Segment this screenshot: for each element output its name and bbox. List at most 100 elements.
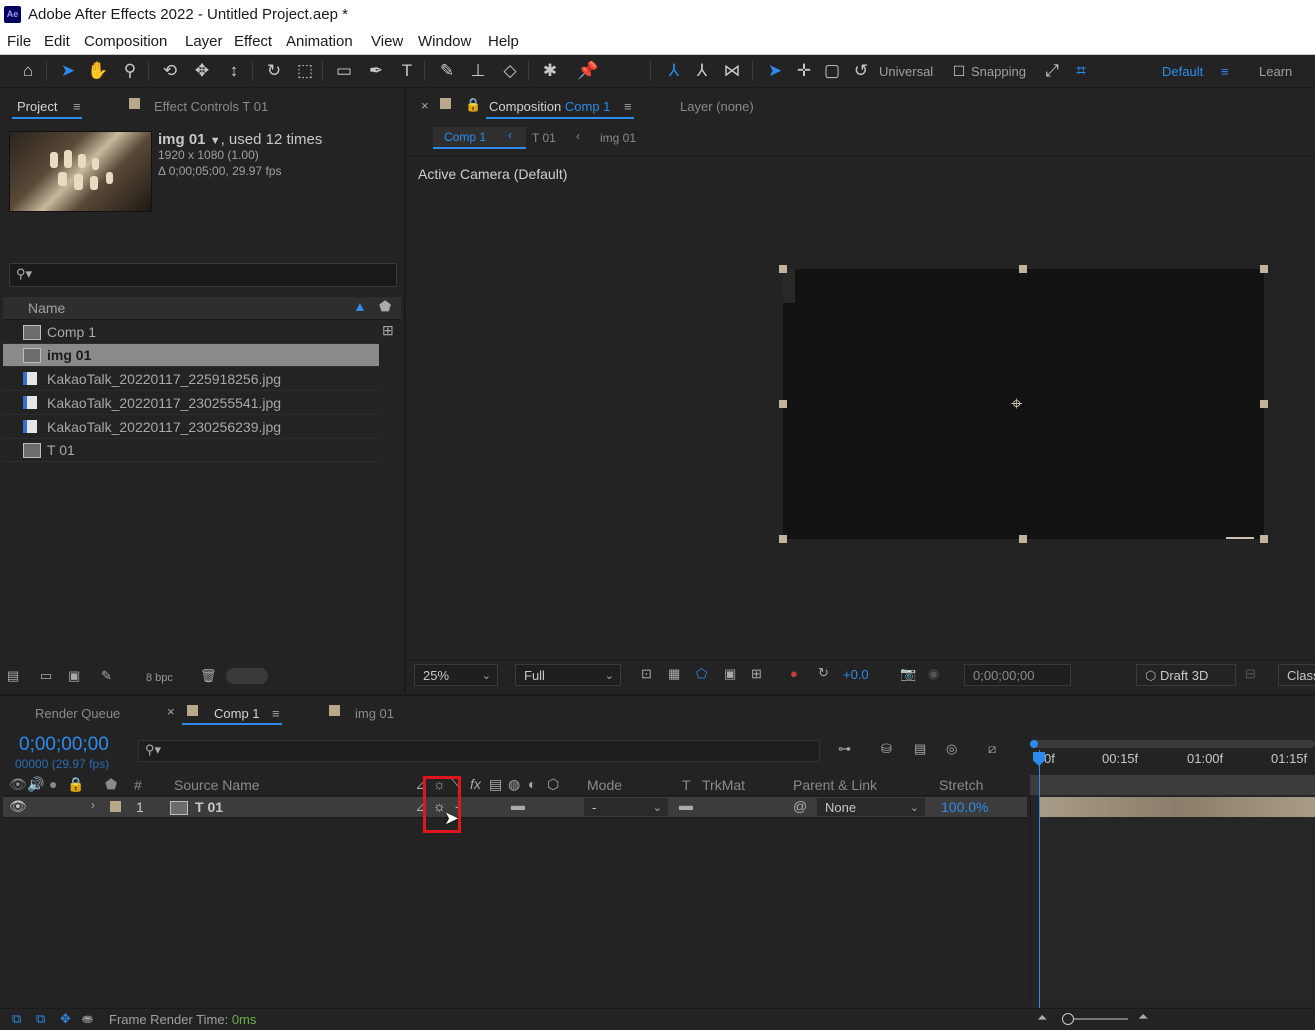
column-source-name[interactable]: Source Name <box>174 777 260 793</box>
trash-icon[interactable]: 🗑 <box>200 668 217 684</box>
thumbnail-slider[interactable] <box>226 668 268 684</box>
zoom-dropdown[interactable]: 25% ⌄ <box>414 664 498 686</box>
expand-chevron-icon[interactable]: › <box>91 798 95 812</box>
close-icon[interactable]: × <box>421 98 429 113</box>
universal-select-icon[interactable]: ➤ <box>763 59 787 83</box>
label-tag-icon[interactable]: ⬟ <box>379 298 391 315</box>
selection-tool-icon[interactable]: ➤ <box>56 59 80 83</box>
frame-blending-icon[interactable]: ▤ <box>914 741 926 757</box>
rotation-tool-icon[interactable]: ↻ <box>262 59 286 83</box>
timeline-search-input[interactable]: ⚲▾ <box>138 740 820 762</box>
transfer-controls-icon[interactable]: ⧉ <box>36 1011 45 1027</box>
tab-render-queue[interactable]: Render Queue <box>35 706 120 721</box>
panel-menu-icon[interactable]: ≡ <box>272 706 280 721</box>
menu-window[interactable]: Window <box>418 33 471 50</box>
tab-project[interactable]: Project <box>17 99 57 114</box>
column-trkmat[interactable]: TrkMat <box>702 777 745 793</box>
menu-composition[interactable]: Composition <box>84 33 167 50</box>
orbit-camera-icon[interactable]: ⟲ <box>158 59 182 83</box>
puppet-pin-icon[interactable]: 📌 <box>576 59 600 83</box>
solo-icon[interactable]: ● <box>49 776 57 792</box>
breadcrumb-img01[interactable]: img 01 <box>600 131 636 145</box>
menu-animation[interactable]: Animation <box>286 33 353 50</box>
column-mode[interactable]: Mode <box>587 777 622 793</box>
transform-handle[interactable] <box>1260 400 1268 408</box>
adjust-settings-icon[interactable]: ✎ <box>101 668 112 684</box>
lock-icon[interactable]: 🔒 <box>465 97 481 113</box>
grid-guides-icon[interactable]: ⊞ <box>751 666 762 682</box>
clone-stamp-icon[interactable]: ⊥ <box>466 59 490 83</box>
label-tag-icon[interactable]: ⬟ <box>105 776 117 793</box>
zoom-tool-icon[interactable]: ⚲ <box>118 59 142 83</box>
adjustment-layer-icon[interactable]: ◐ <box>528 776 536 792</box>
new-folder-icon[interactable]: ▭ <box>40 668 52 684</box>
column-stretch[interactable]: Stretch <box>939 777 983 793</box>
hand-tool-icon[interactable]: ✋ <box>86 59 110 83</box>
workspace-learn[interactable]: Learn <box>1259 64 1292 79</box>
pick-whip-icon[interactable]: @ <box>793 798 807 814</box>
bit-depth-button[interactable]: 8 bpc <box>146 672 173 684</box>
interpret-footage-icon[interactable]: ▤ <box>7 668 19 684</box>
layer-duration-bar[interactable] <box>1039 797 1315 817</box>
transform-handle[interactable] <box>1260 535 1268 543</box>
trkmat-checkbox[interactable]: ▬ <box>679 797 693 813</box>
comp-flowchart-icon[interactable]: ⊶ <box>838 741 851 757</box>
list-item[interactable]: KakaoTalk_20220117_230255541.jpg <box>3 392 379 415</box>
new-composition-icon[interactable]: ▣ <box>68 668 80 684</box>
column-parent[interactable]: Parent & Link <box>793 777 877 793</box>
tab-img01[interactable]: img 01 <box>355 706 394 721</box>
universal-move-icon[interactable]: ✛ <box>792 59 816 83</box>
menu-view[interactable]: View <box>371 33 403 50</box>
snap-edge-icon[interactable]: ⌗ <box>1069 59 1093 83</box>
fast-preview-icon[interactable]: ⊡ <box>641 666 652 682</box>
menu-edit[interactable]: Edit <box>44 33 70 50</box>
shy-layers-icon[interactable]: ⛁ <box>881 741 892 757</box>
color-channels-icon[interactable]: ● <box>790 666 798 681</box>
resolution-dropdown[interactable]: Full ⌄ <box>515 664 621 686</box>
flowchart-icon[interactable]: ⊞ <box>382 322 394 339</box>
layer-label-swatch[interactable] <box>110 801 121 812</box>
graph-editor-icon[interactable]: ⧄ <box>988 741 996 757</box>
region-of-interest-icon[interactable]: ▣ <box>724 666 736 682</box>
transform-handle[interactable] <box>779 535 787 543</box>
anchor-point-icon[interactable]: ⌖ <box>1011 392 1022 416</box>
item-dropdown-icon[interactable]: ▼ <box>210 135 221 147</box>
stretch-value[interactable]: 100.0% <box>941 799 988 815</box>
motion-blur-icon[interactable]: ◎ <box>946 741 957 757</box>
motion-blur-checkbox[interactable]: ▬ <box>511 797 525 813</box>
mask-path-icon[interactable]: ⬠ <box>696 666 707 682</box>
sort-ascending-icon[interactable]: ▲ <box>353 298 367 314</box>
table-row[interactable]: 👁 › 1 T 01 ⊿ ☼ - ▬ - ⌄ ▬ @ None ⌄ 100.0% <box>3 797 1027 818</box>
motion-blur-switch-icon[interactable]: ◍ <box>508 776 520 793</box>
transform-handle[interactable] <box>779 265 787 273</box>
menu-layer[interactable]: Layer <box>185 33 223 50</box>
comp-canvas[interactable] <box>783 269 1264 539</box>
zoom-slider-knob[interactable] <box>1062 1013 1074 1025</box>
dolly-camera-icon[interactable]: ↕ <box>222 59 246 83</box>
time-ruler[interactable]: 0f 00:15f 01:00f 01:15f <box>1030 740 1315 776</box>
snap-feature-icon[interactable]: ⤢ <box>1040 59 1064 83</box>
transform-handle[interactable] <box>779 400 787 408</box>
playhead[interactable] <box>1039 750 1040 1008</box>
pan-camera-icon[interactable]: ✥ <box>190 59 214 83</box>
tab-composition[interactable]: Composition Comp 1 <box>489 99 610 114</box>
viewer-timecode[interactable]: 0;00;00;00 <box>964 664 1071 686</box>
transform-handle[interactable] <box>1260 265 1268 273</box>
3d-view-icon[interactable]: ⊟ <box>1245 666 1256 682</box>
list-item[interactable]: T 01 <box>3 439 379 462</box>
column-name[interactable]: Name <box>28 300 65 316</box>
rectangle-tool-icon[interactable]: ▭ <box>332 59 356 83</box>
roto-brush-icon[interactable]: ✱ <box>538 59 562 83</box>
panel-menu-icon[interactable]: ≡ <box>73 99 81 114</box>
visibility-eye-icon[interactable]: 👁 <box>9 798 27 815</box>
brush-tool-icon[interactable]: ✎ <box>435 59 459 83</box>
work-area-bar[interactable] <box>1030 740 1315 748</box>
audio-icon[interactable]: 🔊 <box>27 776 44 793</box>
current-time[interactable]: 0;00;00;00 <box>19 734 109 756</box>
workspace-menu-icon[interactable]: ≡ <box>1221 64 1229 79</box>
list-item[interactable]: Comp 1 <box>3 321 379 344</box>
pan-behind-icon[interactable]: ⬚ <box>293 59 317 83</box>
in-out-icon[interactable]: ✥ <box>60 1011 71 1027</box>
type-tool-icon[interactable]: T <box>395 59 419 83</box>
zoom-out-icon[interactable]: ⏶ <box>1037 1010 1047 1026</box>
